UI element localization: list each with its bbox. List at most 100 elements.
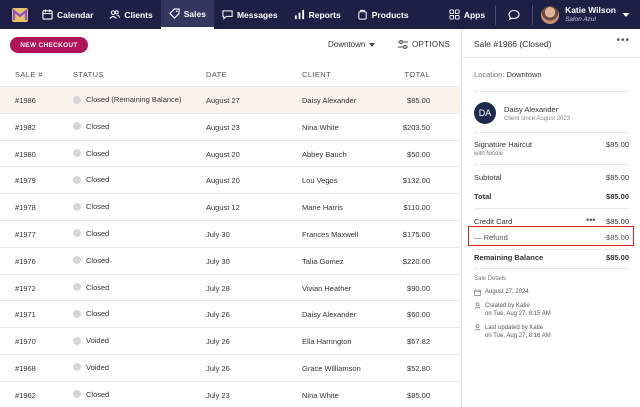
sale-status: Closed xyxy=(73,175,109,184)
nav-clients[interactable]: Clients xyxy=(101,0,160,29)
table-row[interactable]: #1979 Closed August 20 Lou Vegos $132.00 xyxy=(0,166,460,193)
sale-date: July 26 xyxy=(206,337,230,347)
client-avatar[interactable]: DA xyxy=(474,102,496,124)
table-row[interactable]: #1986 Closed (Remaining Balance) August 27… xyxy=(0,86,460,113)
location-dropdown[interactable]: Downtown xyxy=(328,40,376,49)
payment-more-icon[interactable]: ••• xyxy=(586,215,595,225)
total-amount: $85.00 xyxy=(606,192,629,201)
more-options-icon[interactable]: ••• xyxy=(616,35,630,46)
table-row[interactable]: #1970 Voided July 26 Ella Harrington $67.82 xyxy=(0,327,460,354)
sale-status: Voided xyxy=(73,336,109,345)
nav-reports[interactable]: Reports xyxy=(286,0,349,29)
new-checkout-button[interactable]: NEW CHECKOUT xyxy=(10,37,88,53)
col-header-status[interactable]: STATUS xyxy=(73,70,104,79)
created-by: Created by Katie xyxy=(485,303,530,309)
nav-reports-label: Reports xyxy=(308,9,341,20)
table-row[interactable]: #1972 Closed July 28 Vivian Heather $90.00 xyxy=(0,273,460,301)
sale-number: #1980 xyxy=(15,149,36,159)
detail-location: Location: Downtown xyxy=(474,70,542,79)
divider xyxy=(474,249,629,250)
sale-total: $85.00 xyxy=(407,390,430,400)
nav-sales-label: Sales xyxy=(183,8,206,19)
subtotal-line: Subtotal $85.00 xyxy=(474,173,629,182)
payment-line: Credit Card ••• $85.00 xyxy=(474,215,629,226)
sale-client: Daisy Alexander xyxy=(302,96,357,105)
sale-status: Closed xyxy=(73,202,109,211)
app-logo[interactable] xyxy=(6,0,34,29)
created-by-row: Created by Katie on Tue, Aug 27, 8:15 AM xyxy=(474,302,551,319)
status-dot-icon xyxy=(73,390,81,399)
nav-calendar[interactable]: Calendar xyxy=(34,0,101,29)
chat-button[interactable] xyxy=(496,9,532,21)
sale-date: August 12 xyxy=(206,203,240,213)
person-icon xyxy=(474,324,481,331)
sale-number: #1968 xyxy=(15,363,36,373)
table-row[interactable]: #1962 Closed July 23 Nina White $85.00 xyxy=(0,380,460,407)
sale-total: $60.00 xyxy=(407,310,430,320)
user-menu[interactable]: Katie Wilson Salon Azul xyxy=(533,5,640,24)
sale-number: #1970 xyxy=(15,337,36,347)
sale-number: #1976 xyxy=(15,256,36,266)
col-header-sale[interactable]: SALE # xyxy=(15,70,43,79)
sales-table-body: #1986 Closed (Remaining Balance) August 27… xyxy=(0,86,460,407)
table-row[interactable]: #1980 Closed August 20 Abbey Bauch $50.00 xyxy=(0,139,460,167)
status-text: Voided xyxy=(86,336,109,346)
col-header-total[interactable]: TOTAL xyxy=(405,70,430,79)
col-header-date[interactable]: DATE xyxy=(206,70,227,79)
sale-number: #1972 xyxy=(15,283,36,293)
status-text: Closed xyxy=(86,175,110,185)
sale-date: July 26 xyxy=(206,310,230,320)
updated-on: on Tue, Aug 27, 8:16 AM xyxy=(485,333,551,340)
sale-client: Frances Maxwell xyxy=(302,229,359,239)
caret-down-icon xyxy=(369,42,376,47)
sliders-icon xyxy=(398,40,408,49)
avatar xyxy=(541,5,560,24)
sale-number: #1986 xyxy=(15,96,36,105)
status-dot-icon xyxy=(73,336,81,345)
divider xyxy=(474,91,629,92)
tag-icon xyxy=(168,8,180,19)
total-label: Total xyxy=(474,192,492,201)
status-text: Closed xyxy=(86,121,110,131)
nav-sales[interactable]: Sales xyxy=(160,0,214,29)
divider xyxy=(474,268,629,269)
sale-total: $52.80 xyxy=(407,363,430,373)
sale-client: Grace Williamson xyxy=(302,363,361,373)
sale-status: Closed xyxy=(73,122,109,131)
client-name[interactable]: Daisy Alexander xyxy=(504,105,558,114)
sale-number: #1962 xyxy=(15,390,36,400)
apps-button[interactable]: Apps xyxy=(439,9,495,20)
table-row[interactable]: #1978 Closed August 12 Marie Harris $110.00 xyxy=(0,193,460,220)
reports-icon xyxy=(294,9,304,20)
detail-title: Sale #1986 (Closed) xyxy=(474,39,552,49)
sale-date: July 28 xyxy=(206,283,230,293)
table-row[interactable]: #1977 Closed July 30 Frances Maxwell $175.00 xyxy=(0,219,460,247)
subtotal-label: Subtotal xyxy=(474,173,502,182)
nav-messages[interactable]: Messages xyxy=(214,0,286,29)
sale-client: Vivian Heather xyxy=(302,283,352,293)
table-row[interactable]: #1971 Closed July 26 Daisy Alexander $60.00 xyxy=(0,300,460,327)
sale-client: Nina White xyxy=(302,390,339,400)
table-row[interactable]: #1968 Voided July 26 Grace Williamson $52.80 xyxy=(0,353,460,381)
status-dot-icon xyxy=(73,202,81,211)
sale-total: $85.00 xyxy=(407,96,430,105)
nav-products[interactable]: Products xyxy=(349,0,417,29)
sale-status: Closed xyxy=(73,149,109,158)
sale-total: $132.00 xyxy=(402,176,430,186)
location-dropdown-value: Downtown xyxy=(328,40,366,49)
options-button[interactable]: OPTIONS xyxy=(398,40,450,49)
sale-date: July 23 xyxy=(206,390,230,400)
sales-list-pane: NEW CHECKOUT Downtown OPTIONS SALE # STA… xyxy=(0,29,460,407)
updated-by: Last updated by Katie xyxy=(485,325,544,331)
refund-amount: -$85.00 xyxy=(603,233,629,242)
status-dot-icon xyxy=(73,363,81,372)
sale-total: $203.50 xyxy=(402,122,430,132)
sale-status: Closed xyxy=(73,283,109,292)
nav-products-label: Products xyxy=(371,9,409,20)
sale-number: #1977 xyxy=(15,229,36,239)
table-row[interactable]: #1982 Closed August 23 Nina White $203.50 xyxy=(0,112,460,140)
apps-label: Apps xyxy=(463,9,486,20)
sale-date: July 30 xyxy=(206,229,230,239)
table-row[interactable]: #1976 Closed July 30 Talia Gomez $220.00 xyxy=(0,246,460,274)
col-header-client[interactable]: CLIENT xyxy=(302,70,331,79)
